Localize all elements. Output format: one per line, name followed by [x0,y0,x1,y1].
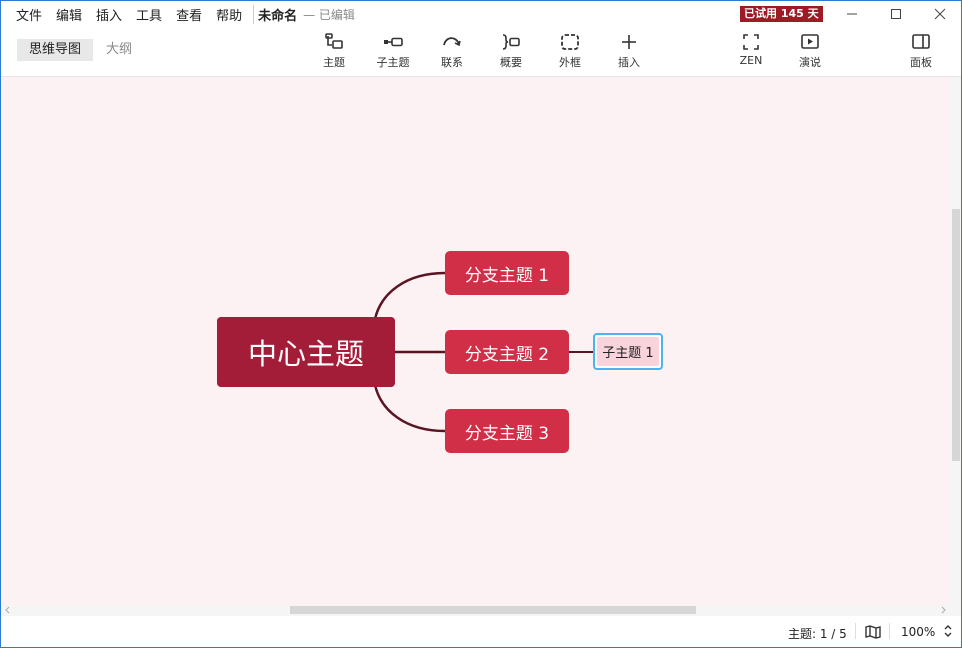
subtopic-label: 子主题 [376,56,410,69]
menu-file[interactable]: 文件 [1,5,49,24]
branch-topic-3[interactable]: 分支主题 3 [445,409,569,453]
branch-topic-2[interactable]: 分支主题 2 [445,330,569,374]
subtopic-1[interactable]: 子主题 1 [593,333,663,370]
zen-button[interactable]: ZEN [726,33,776,73]
relationship-icon [443,37,461,47]
horizontal-scrollbar[interactable] [1,605,961,616]
present-label: 演说 [799,56,821,69]
summary-icon [502,34,520,50]
plus-icon [622,35,636,49]
tab-outline[interactable]: 大纲 [94,39,144,61]
zoom-stepper-icon[interactable] [943,623,953,639]
close-icon [934,8,946,20]
present-button[interactable]: 演说 [785,33,835,73]
branch-topic-1[interactable]: 分支主题 1 [445,251,569,295]
central-topic[interactable]: 中心主题 [217,317,395,387]
fullscreen-icon [743,34,759,50]
scroll-left-icon[interactable] [4,605,12,615]
vertical-scrollbar[interactable] [950,77,961,605]
status-divider-2 [889,623,890,639]
insert-button[interactable]: 插入 [604,33,654,73]
menu-tools[interactable]: 工具 [129,5,169,24]
menu-insert[interactable]: 插入 [89,5,129,24]
map-view-icon[interactable] [865,625,881,639]
tab-mindmap[interactable]: 思维导图 [17,39,94,61]
zen-label: ZEN [739,54,763,67]
trial-badge[interactable]: 已试用 145 天 [740,6,823,22]
close-button[interactable] [917,1,962,27]
summary-button[interactable]: 概要 [486,33,536,73]
toolbar: 思维导图 大纲 主题 子主题 联系 概要 外框 插入 ZEN 演说 面板 [1,27,961,77]
status-bar: 主题: 1 / 5 100% [1,616,961,647]
relationship-button[interactable]: 联系 [427,33,477,73]
subtopic-button[interactable]: 子主题 [368,33,418,73]
insert-label: 插入 [618,56,640,69]
menu-view[interactable]: 查看 [169,5,209,24]
horizontal-scroll-thumb[interactable] [290,606,696,614]
document-title: 未命名 [253,4,297,24]
panel-button[interactable]: 面板 [896,33,946,73]
panel-label: 面板 [910,56,932,69]
play-icon [801,34,819,49]
document-status: — 已编辑 [303,7,355,22]
zoom-level[interactable]: 100% [901,625,935,639]
maximize-button[interactable] [873,1,919,27]
menu-edit[interactable]: 编辑 [49,5,89,24]
status-divider [855,623,856,639]
vertical-scroll-thumb[interactable] [952,209,960,461]
relationship-label: 联系 [441,56,463,69]
minimize-icon [847,13,857,15]
menu-help[interactable]: 帮助 [209,5,249,24]
boundary-label: 外框 [559,56,581,69]
boundary-button[interactable]: 外框 [545,33,595,73]
panel-icon [912,34,930,49]
topic-button[interactable]: 主题 [309,33,359,73]
summary-label: 概要 [500,56,522,69]
topic-label: 主题 [323,56,345,69]
topic-icon [325,33,343,49]
maximize-icon [891,9,901,19]
scroll-right-icon[interactable] [939,605,947,615]
subtopic-icon [384,37,403,47]
topic-count: 主题: 1 / 5 [788,627,847,641]
boundary-icon [561,34,579,50]
mindmap-canvas[interactable]: 中心主题 分支主题 1 分支主题 2 分支主题 3 子主题 1 [1,77,950,605]
minimize-button[interactable] [829,1,875,27]
subtopic-label: 子主题 1 [597,337,659,366]
